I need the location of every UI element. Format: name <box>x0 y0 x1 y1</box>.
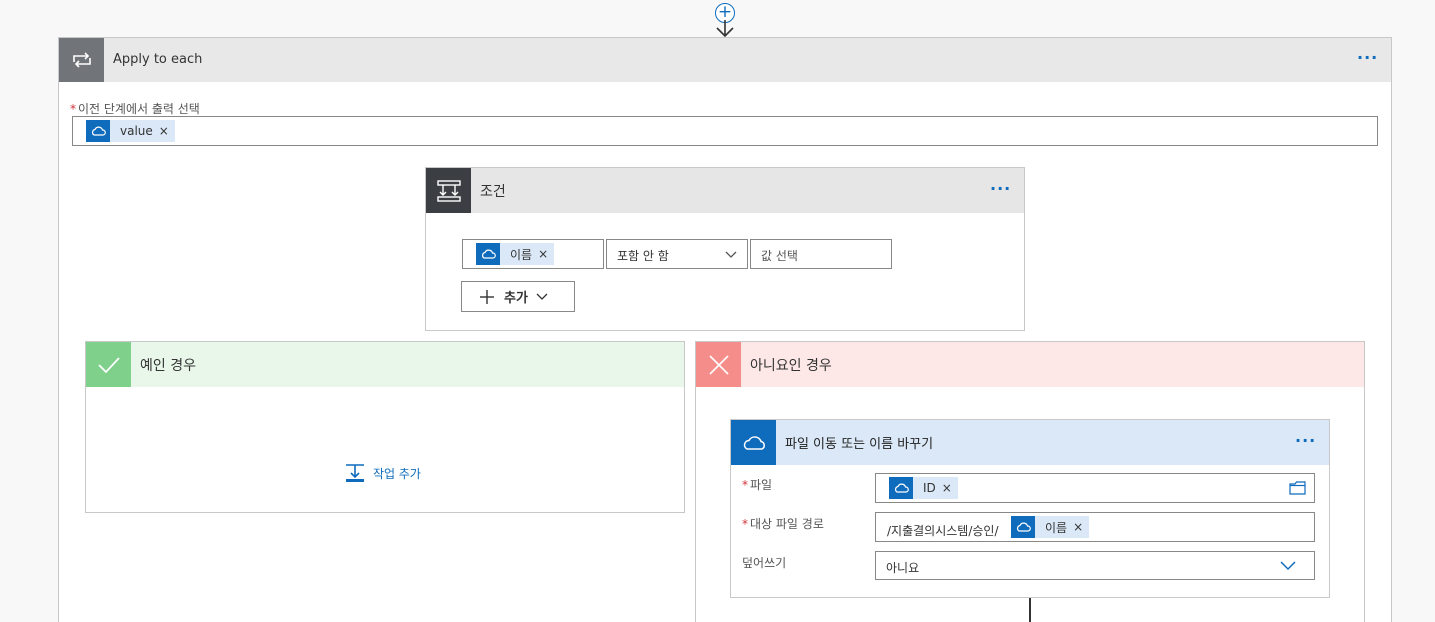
add-action-icon <box>346 464 364 482</box>
value-token[interactable]: value × <box>86 120 175 142</box>
if-yes-header[interactable]: 예인 경우 <box>86 342 684 387</box>
operator-dropdown[interactable]: 포함 안 함 <box>606 239 748 269</box>
operator-value: 포함 안 함 <box>617 249 669 263</box>
loop-icon <box>59 38 104 82</box>
condition-title: 조건 <box>480 184 506 200</box>
destination-path-label: * 대상 파일 경로 <box>742 517 824 531</box>
token-label: ID <box>923 481 936 495</box>
name-token[interactable]: 이름 × <box>1011 516 1090 538</box>
add-label: 추가 <box>504 291 528 306</box>
token-label: 이름 <box>510 247 533 262</box>
onedrive-icon <box>889 477 913 499</box>
file-label: * 파일 <box>742 478 773 492</box>
select-output-label: * 이전 단계에서 출력 선택 <box>70 102 200 116</box>
chevron-down-icon <box>536 293 548 300</box>
destination-path-field[interactable]: /지출결의시스템/승인/ <box>875 512 1315 542</box>
onedrive-icon <box>1011 516 1035 538</box>
move-file-title: 파일 이동 또는 이름 바꾸기 <box>785 437 934 452</box>
if-no-title: 아니요인 경우 <box>750 358 832 374</box>
arrow-down-icon <box>716 20 734 38</box>
chevron-down-icon <box>1280 561 1296 571</box>
apply-to-each-header[interactable]: Apply to each ··· <box>59 38 1391 82</box>
connector-line <box>1029 598 1031 622</box>
id-token[interactable]: ID × <box>889 477 958 499</box>
close-icon <box>696 342 741 387</box>
apply-to-each-title: Apply to each <box>113 52 203 67</box>
plus-icon <box>480 289 494 304</box>
token-label: 이름 <box>1045 520 1068 535</box>
onedrive-icon <box>476 243 500 265</box>
if-yes-title: 예인 경우 <box>140 358 196 374</box>
add-action-button[interactable]: 작업 추가 <box>345 463 421 483</box>
condition-icon <box>426 168 471 213</box>
more-options-icon[interactable]: ··· <box>1357 48 1378 67</box>
condition-header[interactable]: 조건 ··· <box>426 168 1024 213</box>
folder-icon[interactable] <box>1289 481 1306 495</box>
remove-token-icon[interactable]: × <box>538 247 554 261</box>
onedrive-icon <box>86 120 110 142</box>
add-action-label: 작업 추가 <box>373 466 421 481</box>
add-condition-button[interactable]: 추가 <box>461 281 575 312</box>
if-no-header[interactable]: 아니요인 경우 <box>696 342 1364 387</box>
overwrite-value: 아니요 <box>886 561 920 575</box>
if-yes-branch: 예인 경우 작업 추가 <box>85 341 685 513</box>
move-file-header[interactable]: 파일 이동 또는 이름 바꾸기 ··· <box>731 420 1329 465</box>
value-placeholder: 값 선택 <box>761 249 798 263</box>
value-input[interactable]: 값 선택 <box>750 239 892 269</box>
more-options-icon[interactable]: ··· <box>990 179 1011 198</box>
destination-path-text: /지출결의시스템/승인/ <box>887 524 999 538</box>
chevron-down-icon <box>725 251 737 258</box>
remove-token-icon[interactable]: × <box>159 124 175 138</box>
token-label: value <box>120 124 153 138</box>
more-options-icon[interactable]: ··· <box>1295 431 1316 450</box>
remove-token-icon[interactable]: × <box>942 481 958 495</box>
overwrite-label: 덮어쓰기 <box>742 556 787 570</box>
check-icon <box>86 342 131 387</box>
onedrive-icon <box>731 420 776 465</box>
remove-token-icon[interactable]: × <box>1073 520 1089 534</box>
name-token[interactable]: 이름 × <box>476 243 555 265</box>
overwrite-dropdown[interactable]: 아니요 <box>875 551 1315 580</box>
select-output-field[interactable] <box>72 116 1378 146</box>
